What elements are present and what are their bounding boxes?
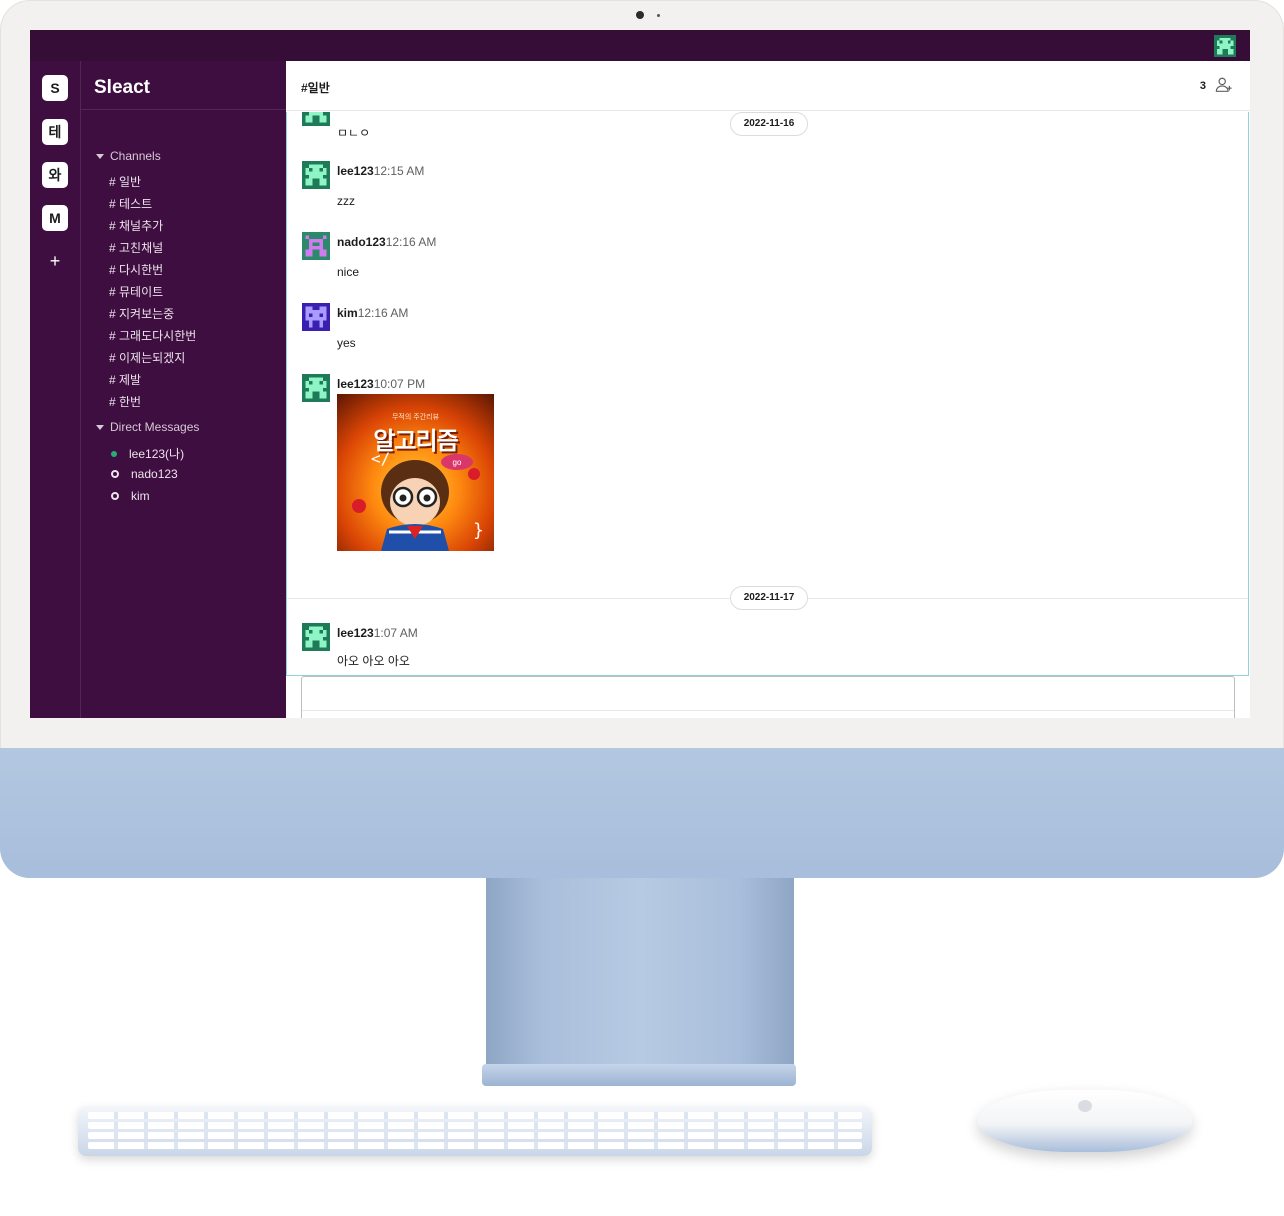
channel-item[interactable]: # 이제는되겠지	[109, 349, 185, 366]
avatar-lee123	[302, 374, 330, 402]
add-workspace-button[interactable]: +	[30, 251, 80, 272]
message-time: 12:15 AM	[373, 164, 425, 178]
dm-item[interactable]: nado123	[111, 467, 178, 481]
avatar-lee123	[302, 623, 330, 651]
message-author[interactable]: nado123	[337, 235, 386, 249]
channel-item[interactable]: # 채널추가	[109, 217, 163, 234]
add-member-icon[interactable]	[1215, 76, 1233, 94]
workspace-name[interactable]: Sleact	[81, 61, 286, 110]
composer-toolbar-divider	[302, 710, 1234, 711]
caret-down-icon	[96, 425, 104, 431]
channel-item[interactable]: # 일반	[109, 173, 141, 190]
message-time: 1:07 AM	[373, 626, 418, 640]
message-text: zzz	[337, 194, 355, 208]
channel-item[interactable]: # 고친채널	[109, 239, 163, 256]
workspace-button-wa[interactable]: 와	[42, 162, 68, 188]
message-text: yes	[337, 336, 356, 350]
online-status-icon	[111, 450, 117, 457]
apple-logo-icon	[1078, 1100, 1092, 1112]
avatar-lee123	[302, 112, 330, 126]
avatar-kim	[302, 303, 330, 331]
svg-text:</: </	[371, 449, 390, 468]
message-text: nice	[337, 265, 360, 279]
message-time: 12:16 AM	[357, 306, 409, 320]
channel-item[interactable]: # 지켜보는중	[109, 305, 174, 322]
chat-scroll-area[interactable]: ㅁㄴㅇ 2022-11-16 lee12312:15 AM zzz nado12…	[286, 112, 1249, 676]
channel-item[interactable]: # 그래도다시한번	[109, 327, 196, 344]
monitor-chin	[0, 748, 1284, 878]
main-panel: #일반 3 ㅁㄴㅇ 2022-11-16 lee12312:15 AM zzz …	[286, 61, 1250, 718]
offline-status-icon	[111, 492, 119, 500]
keyboard	[78, 1106, 872, 1156]
message-author[interactable]: kim	[337, 306, 358, 320]
message-text: ㅁㄴㅇ	[337, 126, 371, 140]
message-author[interactable]: lee123	[337, 626, 374, 640]
dm-section-toggle[interactable]: Direct Messages	[96, 420, 199, 434]
message-meta: lee12310:07 PM	[337, 377, 425, 391]
dm-name: lee123(나)	[129, 447, 185, 461]
channel-item[interactable]: # 뮤테이트	[109, 283, 163, 300]
imac-monitor: S 테 와 M + Sleact Channels # 일반 # 테스트 # 채…	[0, 0, 1284, 878]
message-author[interactable]: lee123	[337, 377, 374, 391]
keyboard-keys	[88, 1142, 862, 1149]
message-author[interactable]: lee123	[337, 164, 374, 178]
channel-title: #일반	[301, 81, 330, 95]
cartoon-character-illustration: go </ }	[352, 449, 484, 551]
app-screen: S 테 와 M + Sleact Channels # 일반 # 테스트 # 채…	[30, 30, 1250, 718]
channels-section-label: Channels	[110, 149, 161, 163]
monitor-stand-base	[482, 1064, 796, 1086]
workspace-button-m[interactable]: M	[42, 205, 68, 231]
workspace-rail: S 테 와 M +	[30, 61, 81, 718]
message-composer[interactable]	[301, 676, 1235, 718]
dm-item[interactable]: kim	[111, 489, 150, 503]
keyboard-keys	[88, 1122, 862, 1129]
workspace-button-s[interactable]: S	[42, 75, 68, 101]
message-meta: lee12312:15 AM	[337, 164, 424, 178]
avatar-lee123	[302, 161, 330, 189]
message-meta: nado12312:16 AM	[337, 235, 436, 249]
message-text: 아오 아오 아오	[337, 654, 410, 668]
offline-status-icon	[111, 470, 119, 478]
camera-icon	[636, 11, 644, 19]
dm-item[interactable]: lee123(나)	[111, 445, 184, 462]
channel-header: #일반 3	[286, 61, 1250, 111]
message-meta: kim12:16 AM	[337, 306, 408, 320]
monitor-stand	[486, 878, 794, 1074]
keyboard-keys	[88, 1112, 862, 1119]
image-go-tag: go	[453, 458, 462, 467]
camera-sensor	[657, 14, 660, 17]
channel-item[interactable]: # 한번	[109, 393, 141, 410]
dm-name: kim	[131, 489, 150, 503]
workspace-button-te[interactable]: 테	[42, 119, 68, 145]
keyboard-keys	[88, 1132, 862, 1139]
caret-down-icon	[96, 154, 104, 160]
channel-item[interactable]: # 테스트	[109, 195, 152, 212]
channel-sidebar: Sleact Channels # 일반 # 테스트 # 채널추가 # 고친채널…	[81, 61, 286, 718]
dm-name: nado123	[131, 467, 178, 481]
member-count[interactable]: 3	[1200, 80, 1206, 92]
magic-mouse	[978, 1090, 1192, 1152]
channel-item[interactable]: # 제발	[109, 371, 141, 388]
message-image-attachment[interactable]: 무적의 주간리뷰 알고리즘 go </}	[337, 394, 494, 551]
user-avatar-icon[interactable]	[1214, 35, 1236, 57]
message-meta: lee1231:07 AM	[337, 626, 418, 640]
top-bar	[30, 30, 1250, 61]
message-time: 10:07 PM	[373, 377, 426, 391]
dm-section-label: Direct Messages	[110, 420, 200, 434]
channel-item[interactable]: # 다시한번	[109, 261, 163, 278]
date-divider-pill: 2022-11-17	[730, 586, 808, 610]
date-divider-pill: 2022-11-16	[730, 112, 808, 136]
svg-text:}: }	[473, 520, 484, 541]
channels-section-toggle[interactable]: Channels	[96, 149, 161, 163]
message-time: 12:16 AM	[385, 235, 437, 249]
avatar-nado123	[302, 232, 330, 260]
